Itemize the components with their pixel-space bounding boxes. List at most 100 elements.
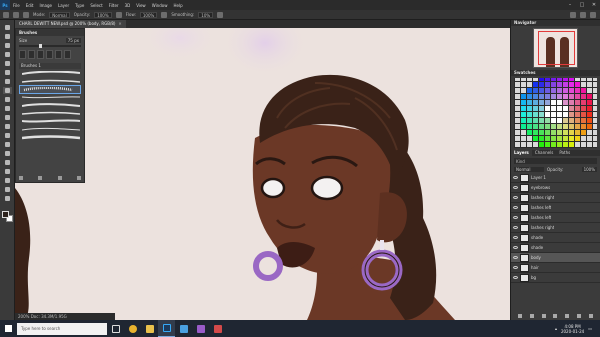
menu-file[interactable]: File bbox=[10, 3, 23, 8]
swatch-cell[interactable] bbox=[569, 130, 574, 135]
hand-tool-icon[interactable] bbox=[3, 186, 12, 193]
shape-tool-icon[interactable] bbox=[3, 177, 12, 184]
navigator-view-frame[interactable] bbox=[538, 31, 575, 65]
swatch-cell[interactable] bbox=[563, 112, 568, 117]
swatch-cell[interactable] bbox=[575, 124, 580, 129]
layer-row[interactable]: shade bbox=[511, 243, 600, 253]
swatch-cell[interactable] bbox=[557, 78, 562, 81]
menu-help[interactable]: Help bbox=[170, 3, 185, 8]
layers-filter-kind[interactable]: Kind bbox=[516, 159, 525, 164]
swatch-cell[interactable] bbox=[593, 82, 597, 87]
swatch-cell[interactable] bbox=[539, 118, 544, 123]
swatch-cell[interactable] bbox=[521, 82, 526, 87]
swatch-cell[interactable] bbox=[569, 124, 574, 129]
pressure-opacity-icon[interactable] bbox=[115, 11, 122, 18]
swatch-cell[interactable] bbox=[551, 136, 556, 141]
visibility-eye-icon[interactable] bbox=[513, 216, 518, 219]
swatch-cell[interactable] bbox=[527, 136, 532, 141]
swatch-cell[interactable] bbox=[533, 100, 538, 105]
menu-3d[interactable]: 3D bbox=[122, 3, 134, 8]
navigator-header[interactable]: Navigator bbox=[511, 20, 600, 26]
swatch-cell[interactable] bbox=[575, 106, 580, 111]
chrome-icon[interactable] bbox=[124, 320, 141, 337]
menu-image[interactable]: Image bbox=[36, 3, 55, 8]
layer-row[interactable]: bg bbox=[511, 273, 600, 283]
swatch-cell[interactable] bbox=[521, 142, 526, 147]
brush-preset-picker-icon[interactable] bbox=[23, 11, 29, 18]
swatch-cell[interactable] bbox=[557, 82, 562, 87]
swatch-cell[interactable] bbox=[515, 94, 520, 99]
swatch-cell[interactable] bbox=[569, 136, 574, 141]
layer-row[interactable]: lashes right bbox=[511, 223, 600, 233]
swatch-cell[interactable] bbox=[563, 130, 568, 135]
marquee-tool-icon[interactable] bbox=[3, 33, 12, 40]
swatch-cell[interactable] bbox=[587, 118, 592, 123]
swatch-cell[interactable] bbox=[545, 78, 550, 81]
opacity-field[interactable]: 100% bbox=[94, 11, 112, 18]
swatch-cell[interactable] bbox=[557, 118, 562, 123]
visibility-eye-icon[interactable] bbox=[513, 206, 518, 209]
swatch-cell[interactable] bbox=[515, 100, 520, 105]
new-group-icon[interactable] bbox=[38, 176, 43, 180]
swatch-cell[interactable] bbox=[575, 88, 580, 93]
swatch-cell[interactable] bbox=[545, 142, 550, 147]
swatch-cell[interactable] bbox=[539, 100, 544, 105]
layer-row[interactable]: Layer 1 bbox=[511, 173, 600, 183]
swatch-cell[interactable] bbox=[593, 94, 597, 99]
swatch-cell[interactable] bbox=[557, 106, 562, 111]
swatch-cell[interactable] bbox=[551, 100, 556, 105]
path-selection-tool-icon[interactable] bbox=[3, 168, 12, 175]
app-icon[interactable] bbox=[192, 320, 209, 337]
brush-tip-preset[interactable] bbox=[19, 50, 26, 59]
swatch-cell[interactable] bbox=[587, 136, 592, 141]
swatch-cell[interactable] bbox=[527, 78, 532, 81]
visibility-eye-icon[interactable] bbox=[513, 276, 518, 279]
swatch-cell[interactable] bbox=[527, 94, 532, 99]
swatch-cell[interactable] bbox=[533, 142, 538, 147]
swatch-cell[interactable] bbox=[527, 142, 532, 147]
share-icon[interactable] bbox=[590, 11, 596, 18]
swatch-cell[interactable] bbox=[569, 112, 574, 117]
swatch-cell[interactable] bbox=[581, 124, 586, 129]
layer-row[interactable]: eyebrows bbox=[511, 183, 600, 193]
swatch-cell[interactable] bbox=[563, 78, 568, 81]
swatch-cell[interactable] bbox=[575, 100, 580, 105]
brush-stroke-preview[interactable] bbox=[20, 94, 80, 101]
dodge-tool-icon[interactable] bbox=[3, 141, 12, 148]
swatch-cell[interactable] bbox=[557, 136, 562, 141]
move-tool-icon[interactable] bbox=[3, 24, 12, 31]
task-view-icon[interactable] bbox=[107, 320, 124, 337]
menu-view[interactable]: View bbox=[133, 3, 149, 8]
swatch-cell[interactable] bbox=[551, 82, 556, 87]
swatch-cell[interactable] bbox=[587, 94, 592, 99]
swatch-cell[interactable] bbox=[527, 130, 532, 135]
swatch-cell[interactable] bbox=[581, 94, 586, 99]
link-layers-icon[interactable] bbox=[517, 314, 522, 318]
swatch-cell[interactable] bbox=[551, 106, 556, 111]
swatch-cell[interactable] bbox=[545, 106, 550, 111]
new-layer-icon[interactable] bbox=[577, 314, 582, 318]
swatch-cell[interactable] bbox=[593, 142, 597, 147]
swatch-cell[interactable] bbox=[587, 106, 592, 111]
swatch-cell[interactable] bbox=[581, 142, 586, 147]
swatch-cell[interactable] bbox=[569, 142, 574, 147]
media-icon[interactable] bbox=[209, 320, 226, 337]
swatch-cell[interactable] bbox=[539, 88, 544, 93]
taskbar-clock[interactable]: 4:08 PM 2020-01-24 bbox=[561, 324, 584, 334]
swatch-cell[interactable] bbox=[575, 78, 580, 81]
swatch-cell[interactable] bbox=[527, 118, 532, 123]
swatch-cell[interactable] bbox=[587, 130, 592, 135]
swatch-cell[interactable] bbox=[533, 112, 538, 117]
layer-mask-icon[interactable] bbox=[541, 314, 546, 318]
swatch-cell[interactable] bbox=[569, 106, 574, 111]
swatch-cell[interactable] bbox=[533, 82, 538, 87]
swatch-cell[interactable] bbox=[539, 78, 544, 81]
swatches-grid[interactable] bbox=[514, 78, 597, 148]
close-window-button[interactable]: ✕ bbox=[588, 2, 600, 8]
swatch-cell[interactable] bbox=[515, 124, 520, 129]
smoothing-options-gear-icon[interactable] bbox=[217, 11, 224, 18]
swatch-cell[interactable] bbox=[581, 136, 586, 141]
swatch-cell[interactable] bbox=[533, 94, 538, 99]
clone-stamp-tool-icon[interactable] bbox=[3, 96, 12, 103]
start-button[interactable] bbox=[0, 320, 17, 337]
